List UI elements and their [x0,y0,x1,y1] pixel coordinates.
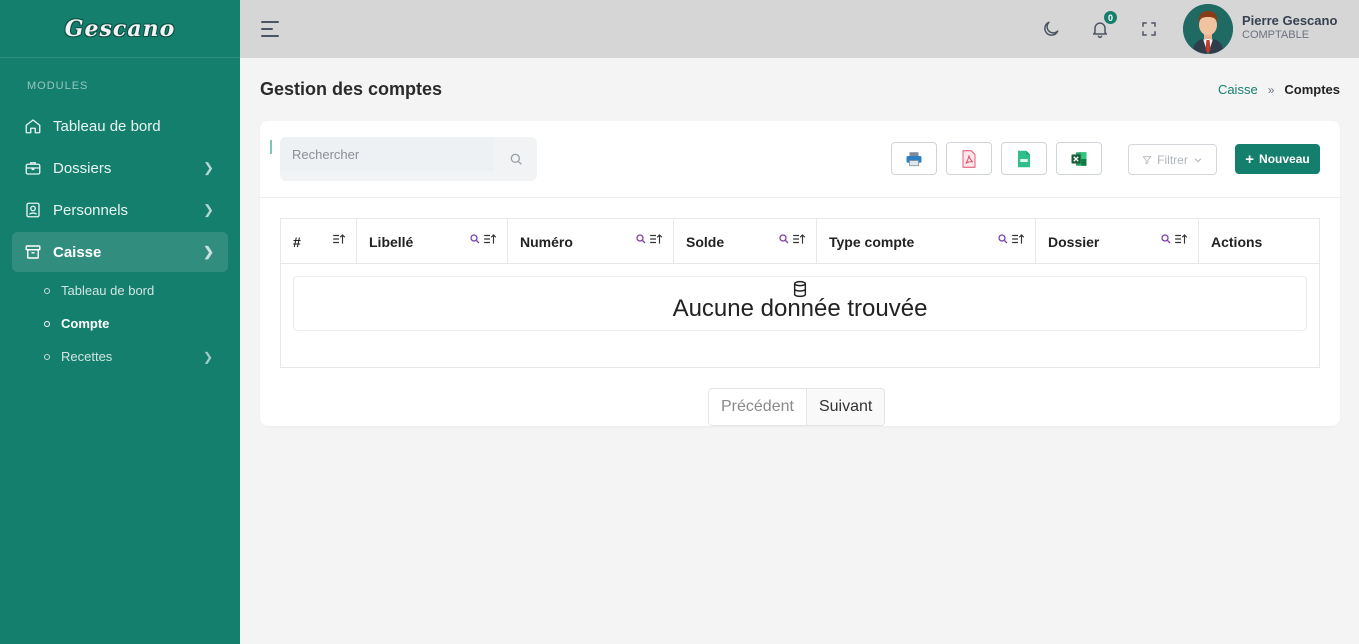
chevron-down-icon [1194,157,1202,162]
sidebar: Gescano MODULES Tableau de bord Dossiers… [0,0,240,644]
new-button-label: Nouveau [1259,152,1310,166]
fullscreen-icon [1142,22,1156,36]
modules-label: MODULES [27,80,89,92]
moon-icon [1044,21,1059,36]
sidebar-item-personnels[interactable]: Personnels ❯ [12,190,228,230]
column-label: Libellé [369,233,414,250]
bullet-icon [44,288,50,294]
filter-button[interactable]: Filtrer [1128,144,1217,175]
user-role: COMPTABLE [1242,29,1310,41]
breadcrumb: Caisse » Comptes [1218,82,1340,97]
previous-page-button[interactable]: Précédent [709,389,807,425]
briefcase-icon [24,159,42,177]
sort-icon[interactable] [649,233,663,245]
search-icon[interactable] [1160,233,1172,245]
logo[interactable]: Gescano [0,0,240,58]
breadcrumb-current: Comptes [1284,82,1340,97]
pdf-icon [962,149,976,168]
accent-marker [270,140,272,154]
accounts-card: Filtrer + Nouveau # Libellé Numéro Solde [260,121,1340,426]
column-header-type-compte[interactable]: Type compte [817,219,1036,264]
logo-text: Gescano [64,15,176,42]
breadcrumb-separator-icon: » [1267,82,1275,97]
sidebar-subitem-label: Tableau de bord [61,283,155,298]
notifications-button[interactable]: 0 [1088,10,1118,41]
sidebar-item-dossiers[interactable]: Dossiers ❯ [12,148,228,188]
notification-count-badge: 0 [1103,10,1118,25]
dark-mode-toggle[interactable] [1039,17,1063,41]
table-header: # Libellé Numéro Solde Type compte Dossi… [281,219,1319,264]
column-header-dossier[interactable]: Dossier [1036,219,1199,264]
sidebar-item-label: Dossiers [53,159,112,177]
sidebar-item-caisse[interactable]: Caisse ❯ [12,232,228,272]
page-title: Gestion des comptes [260,79,443,99]
export-csv-button[interactable] [1001,142,1047,175]
chevron-right-icon: ❯ [202,350,213,364]
column-label: Actions [1211,233,1263,250]
chevron-right-icon: ❯ [203,160,214,175]
bullet-icon [44,354,50,360]
sidebar-subitem-tableau-de-bord[interactable]: Tableau de bord [0,274,240,307]
sidebar-subitem-recettes[interactable]: Recettes ❯ [0,340,240,373]
search-icon[interactable] [469,233,481,245]
home-icon [24,117,42,135]
chevron-right-icon: ❯ [203,202,214,217]
sort-icon[interactable] [483,233,497,245]
search-icon[interactable] [508,151,524,167]
column-header-index[interactable]: # [281,219,357,264]
plus-icon: + [1245,150,1255,168]
column-header-numero[interactable]: Numéro [508,219,674,264]
search-box [280,137,537,181]
column-label: Solde [686,233,725,250]
column-label: Dossier [1048,233,1100,250]
search-icon[interactable] [635,233,647,245]
breadcrumb-link-caisse[interactable]: Caisse [1218,82,1258,97]
sort-icon[interactable] [1011,233,1025,245]
search-icon[interactable] [778,233,790,245]
filter-icon [1142,155,1152,164]
card-toolbar: Filtrer + Nouveau [260,121,1340,198]
sort-icon[interactable] [332,233,346,245]
print-button[interactable] [891,142,937,175]
export-excel-button[interactable] [1056,142,1102,175]
excel-icon [1071,151,1087,166]
column-header-solde[interactable]: Solde [674,219,817,264]
column-header-libelle[interactable]: Libellé [357,219,508,264]
export-pdf-button[interactable] [946,142,992,175]
sidebar-item-label: Tableau de bord [53,117,161,135]
sort-icon[interactable] [1174,233,1188,245]
sidebar-subitem-compte[interactable]: Compte [0,307,240,340]
empty-message: Aucune donnée trouvée [672,295,928,322]
sidebar-item-tableau-de-bord[interactable]: Tableau de bord [12,106,228,146]
avatar[interactable] [1183,4,1233,54]
search-input[interactable] [280,137,494,171]
bullet-icon [44,321,50,327]
next-page-button[interactable]: Suivant [806,389,885,425]
column-header-actions: Actions [1199,219,1319,264]
filter-label: Filtrer [1157,152,1188,167]
empty-state: Aucune donnée trouvée [293,276,1307,331]
user-name[interactable]: Pierre Gescano [1242,13,1337,28]
chevron-right-icon: ❯ [203,244,214,259]
printer-icon [906,151,922,166]
column-label: Numéro [520,233,573,250]
sort-icon[interactable] [792,233,806,245]
csv-icon [1018,150,1030,167]
sidebar-subitem-label: Recettes [61,349,113,364]
menu-toggle-icon[interactable] [261,21,279,37]
column-label: # [293,233,301,250]
add-account-button[interactable]: + Nouveau [1235,144,1320,174]
archive-icon [24,243,42,261]
user-badge-icon [24,201,42,219]
accounts-table: # Libellé Numéro Solde Type compte Dossi… [280,218,1320,368]
sidebar-subitem-label: Compte [61,316,110,331]
pagination: Précédent Suivant [708,388,886,426]
search-icon[interactable] [997,233,1009,245]
sidebar-item-label: Caisse [53,243,102,261]
column-label: Type compte [829,233,915,250]
fullscreen-button[interactable] [1137,17,1161,41]
topbar: 0 Pierre Gescano COMPTABLE [240,0,1359,58]
sidebar-item-label: Personnels [53,201,129,219]
